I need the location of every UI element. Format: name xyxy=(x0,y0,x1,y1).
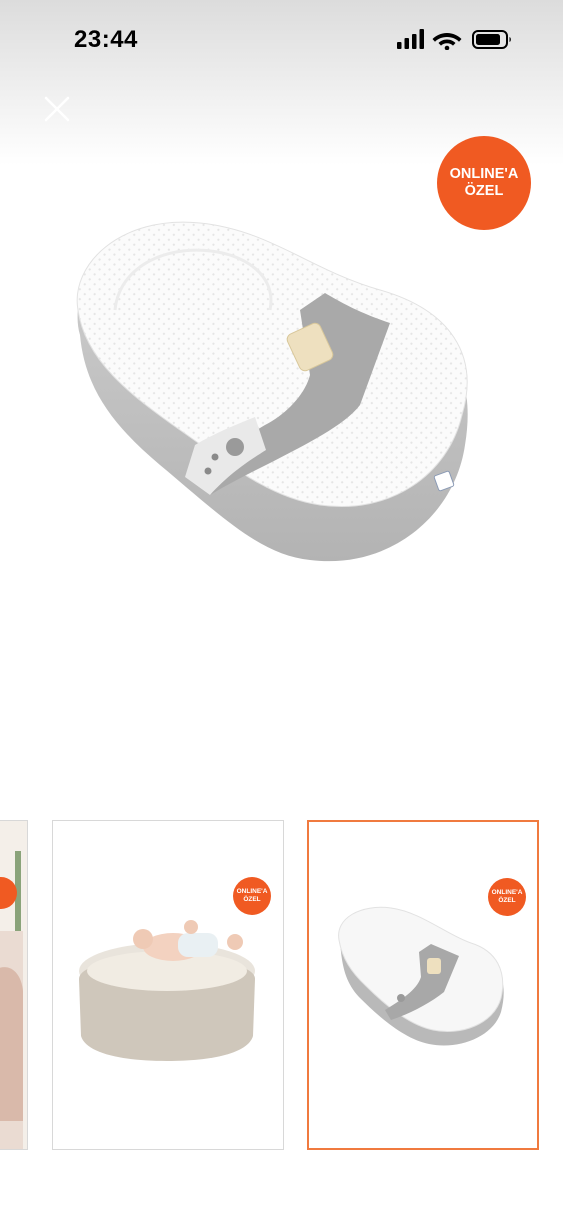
signal-icon xyxy=(397,29,424,49)
status-icons xyxy=(397,28,517,51)
thumbnail-2[interactable]: ONLINE'A ÖZEL xyxy=(52,820,284,1150)
thumbnail-3-selected[interactable]: ONLINE'A ÖZEL xyxy=(307,820,539,1150)
close-icon xyxy=(44,96,70,122)
badge-line2: ÖZEL xyxy=(464,183,504,199)
close-button[interactable] xyxy=(40,92,74,126)
thumbnail-2-image xyxy=(79,920,255,1061)
thumbnail-3-image xyxy=(338,906,504,1046)
battery-icon xyxy=(472,30,511,49)
thumbnail-1[interactable] xyxy=(0,820,28,1150)
product-main-image[interactable] xyxy=(60,215,500,575)
status-time: 23:44 xyxy=(74,26,138,53)
badge-line1: ONLINE'A xyxy=(449,165,519,182)
wifi-icon xyxy=(432,33,462,51)
status-bar: 23:44 xyxy=(0,0,563,78)
